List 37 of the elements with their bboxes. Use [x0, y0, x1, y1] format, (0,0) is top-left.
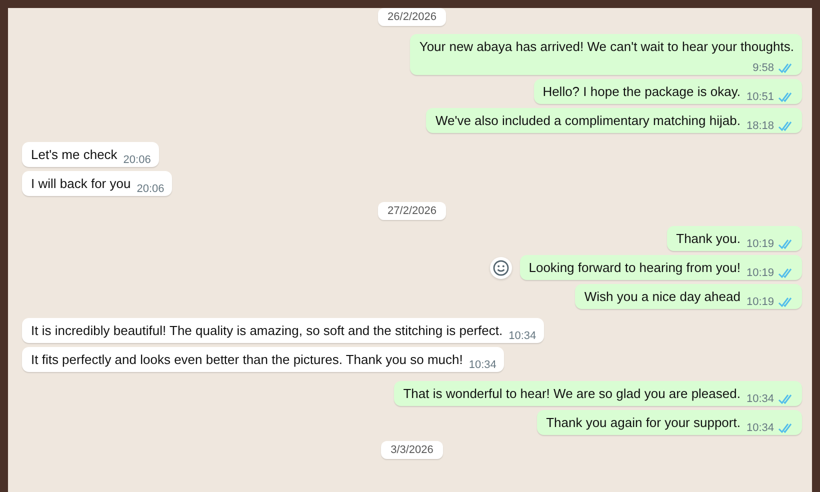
- date-chip: 26/2/2026: [378, 8, 446, 26]
- double-check-icon: [778, 238, 794, 250]
- message-text: It is incredibly beautiful! The quality is amazing, so soft and the stitching is perfect.: [31, 322, 503, 339]
- double-check-icon: [778, 268, 794, 278]
- message-time: 10:34: [468, 359, 496, 371]
- double-check-icon: [778, 62, 794, 74]
- message-text: Hello? I hope the package is okay.: [542, 83, 740, 100]
- double-check-icon: [778, 394, 794, 404]
- message-time: 10:34: [746, 422, 774, 434]
- message-time: 18:18: [746, 120, 774, 132]
- message-text: I will back for you: [31, 175, 131, 192]
- message-text: We've also included a complimentary matching hijab.: [435, 112, 740, 129]
- message-text: Wish you a nice day ahead: [584, 288, 740, 305]
- message-time: 10:19: [746, 267, 774, 279]
- message-time: 9:58: [752, 62, 774, 74]
- message-time: 10:19: [746, 296, 774, 308]
- message-time: 20:06: [136, 183, 164, 195]
- message-time: 10:34: [508, 330, 536, 342]
- message-time: 10:19: [746, 238, 774, 250]
- message-text: Your new abaya has arrived! We can't wait to hear your thoughts.: [419, 38, 794, 55]
- message-text: Let's me check: [31, 146, 118, 163]
- message-text: Thank you again for your support.: [546, 414, 740, 431]
- double-check-icon: [778, 92, 794, 102]
- message-text: That is wonderful to hear! We are so glad you are pleased.: [403, 385, 740, 402]
- double-check-icon: [778, 120, 794, 132]
- message-text: It fits perfectly and looks even better than the pictures. Thank you so much!: [31, 351, 463, 368]
- message-text: Looking forward to hearing from you!: [528, 259, 740, 276]
- message-time: 10:34: [746, 393, 774, 405]
- message-text: Thank you.: [676, 230, 740, 247]
- message-time: 20:06: [123, 154, 151, 166]
- smiley-icon: [492, 260, 509, 276]
- double-check-icon: [778, 422, 794, 434]
- double-check-icon: [778, 296, 794, 308]
- date-chip: 3/3/2026: [380, 441, 444, 459]
- react-button[interactable]: [490, 256, 512, 278]
- date-chip: 27/2/2026: [378, 202, 446, 220]
- message-time: 10:51: [746, 91, 774, 103]
